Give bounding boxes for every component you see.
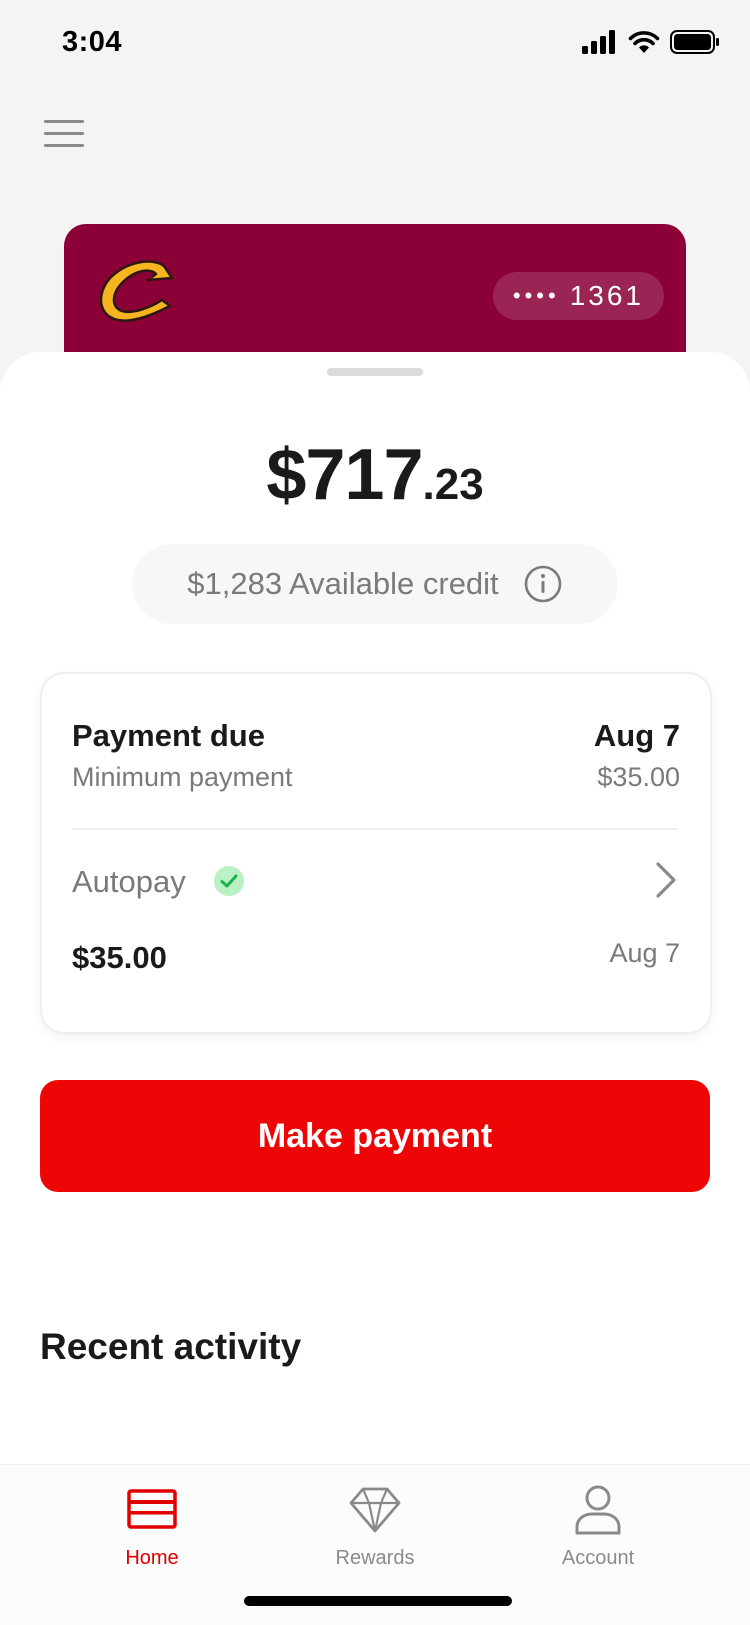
signal-icon [582,30,615,54]
current-balance: $717.23 [0,434,750,516]
payment-card: Payment due Aug 7 Minimum payment $35.00… [40,672,712,1034]
status-icons [582,30,720,54]
minimum-payment-amount: $35.00 [597,762,680,792]
check-circle-icon [214,866,244,896]
card-last-four: 1361 [569,280,644,311]
menu-line [44,144,84,147]
wifi-icon [628,31,660,53]
info-icon[interactable] [523,564,563,604]
tab-label: Rewards [335,1547,415,1569]
available-credit-pill: $1,283 Available credit [132,544,618,624]
autopay-amount: $35.00 [72,940,167,975]
home-indicator[interactable] [244,1596,512,1606]
card-number-pill: •••• 1361 [492,272,664,320]
payment-due-label: Payment due [72,718,265,753]
battery-icon [670,30,719,54]
person-icon [575,1485,621,1535]
tab-rewards[interactable]: Rewards [275,1483,475,1583]
menu-line [44,120,84,123]
autopay-row[interactable]: Autopay [72,852,678,912]
card-mask: •••• [512,283,560,308]
tab-label: Account [561,1547,635,1569]
card-icon [127,1489,177,1529]
chevron-right-icon [656,862,676,898]
bottom-sheet: $717.23 $1,283 Available credit Payment … [0,352,750,1624]
make-payment-button[interactable]: Make payment [40,1080,710,1192]
balance-dollars: $717 [266,435,423,515]
payment-due-date: Aug 7 [593,718,680,753]
available-credit-text: $1,283 Available credit [187,566,499,601]
menu-line [44,132,84,135]
recent-activity-title: Recent activity [40,1326,302,1367]
c-letter-logo-icon [99,260,174,322]
tab-account[interactable]: Account [498,1483,698,1583]
minimum-payment-label: Minimum payment [72,762,293,792]
autopay-label: Autopay [72,864,186,899]
tab-label: Home [125,1547,179,1569]
sheet-handle[interactable] [327,368,423,376]
balance-cents: .23 [422,460,484,509]
divider [72,828,678,830]
autopay-date: Aug 7 [609,938,680,968]
diamond-icon [349,1487,401,1533]
tab-home[interactable]: Home [52,1483,252,1583]
status-bar: 3:04 [0,0,750,92]
menu-button[interactable] [40,112,88,152]
status-time: 3:04 [62,26,123,58]
